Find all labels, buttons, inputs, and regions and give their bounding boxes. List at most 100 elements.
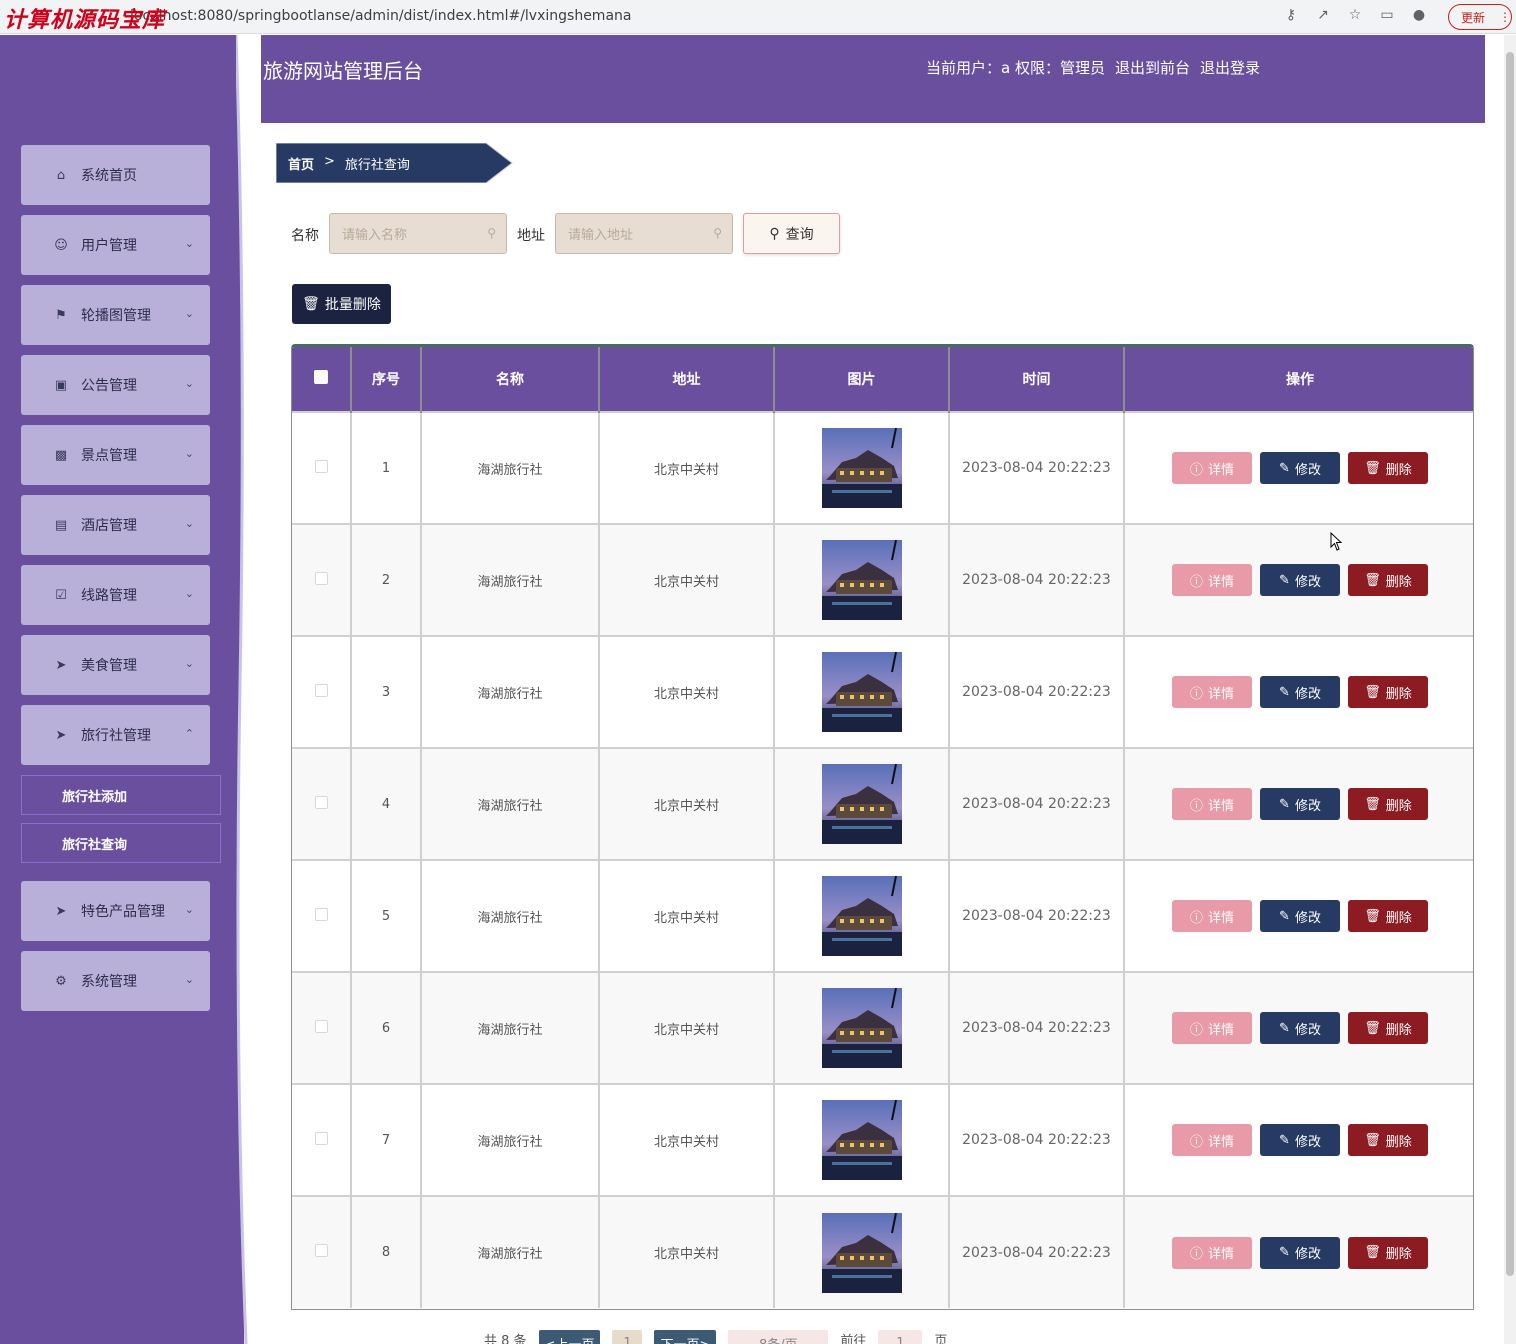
row-checkbox[interactable] — [314, 907, 328, 921]
cell-image — [774, 524, 950, 636]
page-unit: 页 — [934, 1334, 948, 1344]
sidebar-item-10[interactable]: ➤ 特色产品管理 ⌄ — [21, 881, 210, 941]
header-time: 时间 — [949, 347, 1125, 412]
detail-button[interactable]: ⓘ 详情 — [1172, 788, 1252, 820]
back-to-front-link[interactable]: 退出到前台 — [1115, 57, 1190, 78]
edit-label: 修改 — [1294, 686, 1321, 702]
detail-button[interactable]: ⓘ 详情 — [1172, 1124, 1252, 1156]
scrollbar-thumb[interactable] — [1506, 52, 1514, 1276]
address-search-input[interactable]: 请输入地址 ⚲ — [555, 213, 733, 254]
detail-button[interactable]: ⓘ 详情 — [1172, 1236, 1252, 1269]
sidebar-subitem-2[interactable]: 旅行社查询 — [21, 823, 221, 863]
address-bar[interactable]: localhost:8080/springbootlanse/admin/dis… — [0, 3, 1270, 29]
trash-icon: 🗑 — [1364, 908, 1381, 924]
sidebar-subitem-1[interactable]: 旅行社添加 — [21, 775, 221, 815]
batch-delete-label: 批量删除 — [324, 297, 381, 313]
goto-page-input[interactable]: 1 — [878, 1330, 923, 1344]
sidebar-item-6[interactable]: ▤ 酒店管理 ⌄ — [21, 495, 210, 555]
row-checkbox[interactable] — [314, 795, 328, 809]
delete-button[interactable]: 🗑 删除 — [1348, 1012, 1428, 1044]
info-icon: ⓘ — [1189, 462, 1203, 478]
travel-agency-thumbnail — [821, 988, 902, 1068]
delete-button[interactable]: 🗑 删除 — [1348, 452, 1428, 484]
select-all-checkbox[interactable] — [314, 370, 328, 384]
sidebar-toggle-icon[interactable]: ▭ — [1378, 6, 1396, 24]
cell-time: 2023-08-04 20:22:23 — [949, 1084, 1125, 1196]
address-label: 地址 — [517, 228, 545, 244]
cell-actions: ⓘ 详情 ✎ 修改 🗑 删除 — [1124, 748, 1473, 860]
key-icon[interactable]: ⚷ — [1282, 6, 1300, 24]
cell-time: 2023-08-04 20:22:23 — [949, 1196, 1125, 1308]
next-page-button[interactable]: 下一页> — [654, 1330, 717, 1344]
sidebar-item-8[interactable]: ➤ 美食管理 ⌄ — [21, 635, 210, 695]
sidebar-item-1[interactable]: ⌂ 系统首页 — [21, 145, 210, 205]
edit-button[interactable]: ✎ 修改 — [1260, 788, 1340, 820]
profile-icon[interactable]: ● — [1410, 6, 1428, 24]
breadcrumb-home[interactable]: 首页 — [288, 154, 314, 173]
travel-agency-thumbnail — [821, 652, 902, 732]
delete-button[interactable]: 🗑 删除 — [1348, 1124, 1428, 1156]
cell-address: 北京中关村 — [599, 1084, 775, 1196]
row-checkbox[interactable] — [314, 1019, 328, 1033]
page-number[interactable]: 1 — [612, 1330, 643, 1344]
sidebar-item-4[interactable]: ▣ 公告管理 ⌄ — [21, 355, 210, 415]
sidebar-item-2[interactable]: ☺ 用户管理 ⌄ — [21, 215, 210, 275]
update-button[interactable]: 更新 ⋮ — [1448, 4, 1512, 30]
row-checkbox[interactable] — [314, 1244, 328, 1257]
share-icon[interactable]: ↗ — [1314, 6, 1332, 24]
sidebar-item-7[interactable]: ☑ 线路管理 ⌄ — [21, 565, 210, 625]
row-checkbox[interactable] — [314, 459, 328, 473]
cell-time: 2023-08-04 20:22:23 — [949, 412, 1125, 524]
edit-button[interactable]: ✎ 修改 — [1260, 1012, 1340, 1044]
edit-button[interactable]: ✎ 修改 — [1260, 1236, 1340, 1269]
delete-button[interactable]: 🗑 删除 — [1348, 676, 1428, 708]
logout-link[interactable]: 退出登录 — [1200, 57, 1260, 78]
table-header-row: 序号 名称 地址 图片 时间 操作 — [292, 347, 1473, 412]
sidebar-item-label: 酒店管理 — [81, 518, 137, 534]
sidebar-item-label: 特色产品管理 — [81, 904, 165, 920]
row-checkbox[interactable] — [314, 571, 328, 585]
cell-name: 海湖旅行社 — [421, 860, 600, 972]
sidebar-item-3[interactable]: ⚑ 轮播图管理 ⌄ — [21, 285, 210, 345]
sidebar-item-9[interactable]: ➤ 旅行社管理 ⌃ — [21, 705, 210, 765]
detail-label: 详情 — [1208, 686, 1235, 702]
chevron-down-icon: ⌄ — [184, 903, 194, 916]
detail-button[interactable]: ⓘ 详情 — [1172, 452, 1252, 484]
sidebar-item-11[interactable]: ⚙ 系统管理 ⌄ — [21, 951, 210, 1011]
name-placeholder: 请输入名称 — [342, 228, 408, 243]
detail-button[interactable]: ⓘ 详情 — [1172, 564, 1252, 596]
row-select-cell — [292, 1084, 352, 1196]
cell-image — [774, 412, 950, 524]
sidebar-wave — [236, 35, 250, 1344]
delete-button[interactable]: 🗑 删除 — [1348, 788, 1428, 820]
sidebar-item-5[interactable]: ▩ 景点管理 ⌄ — [21, 425, 210, 485]
edit-button[interactable]: ✎ 修改 — [1260, 1124, 1340, 1156]
row-checkbox[interactable] — [314, 683, 328, 697]
query-button[interactable]: ⚲ 查询 — [743, 213, 840, 254]
cell-index: 4 — [351, 748, 422, 860]
page-size-select[interactable]: 8条/页 — [728, 1330, 829, 1344]
delete-button[interactable]: 🗑 删除 — [1348, 900, 1428, 932]
detail-button[interactable]: ⓘ 详情 — [1172, 1012, 1252, 1044]
edit-button[interactable]: ✎ 修改 — [1260, 452, 1340, 484]
cell-name: 海湖旅行社 — [421, 748, 600, 860]
cell-address: 北京中关村 — [599, 972, 775, 1084]
prev-page-button[interactable]: <上一页 — [538, 1330, 601, 1344]
chevron-down-icon: ⌄ — [184, 237, 194, 250]
detail-button[interactable]: ⓘ 详情 — [1172, 900, 1252, 932]
pencil-icon: ✎ — [1279, 1245, 1290, 1260]
row-select-cell — [292, 636, 352, 748]
edit-button[interactable]: ✎ 修改 — [1260, 676, 1340, 708]
edit-label: 修改 — [1294, 910, 1321, 926]
cell-image — [774, 1196, 950, 1308]
name-search-input[interactable]: 请输入名称 ⚲ — [329, 213, 507, 254]
detail-button[interactable]: ⓘ 详情 — [1172, 676, 1252, 708]
row-checkbox[interactable] — [314, 1131, 328, 1145]
star-icon[interactable]: ☆ — [1346, 6, 1364, 24]
mouse-cursor — [1330, 532, 1343, 551]
edit-button[interactable]: ✎ 修改 — [1260, 900, 1340, 932]
delete-button[interactable]: 🗑 删除 — [1348, 1236, 1428, 1269]
edit-button[interactable]: ✎ 修改 — [1260, 564, 1340, 596]
batch-delete-button[interactable]: 🗑 批量删除 — [292, 284, 391, 324]
delete-button[interactable]: 🗑 删除 — [1348, 564, 1428, 596]
